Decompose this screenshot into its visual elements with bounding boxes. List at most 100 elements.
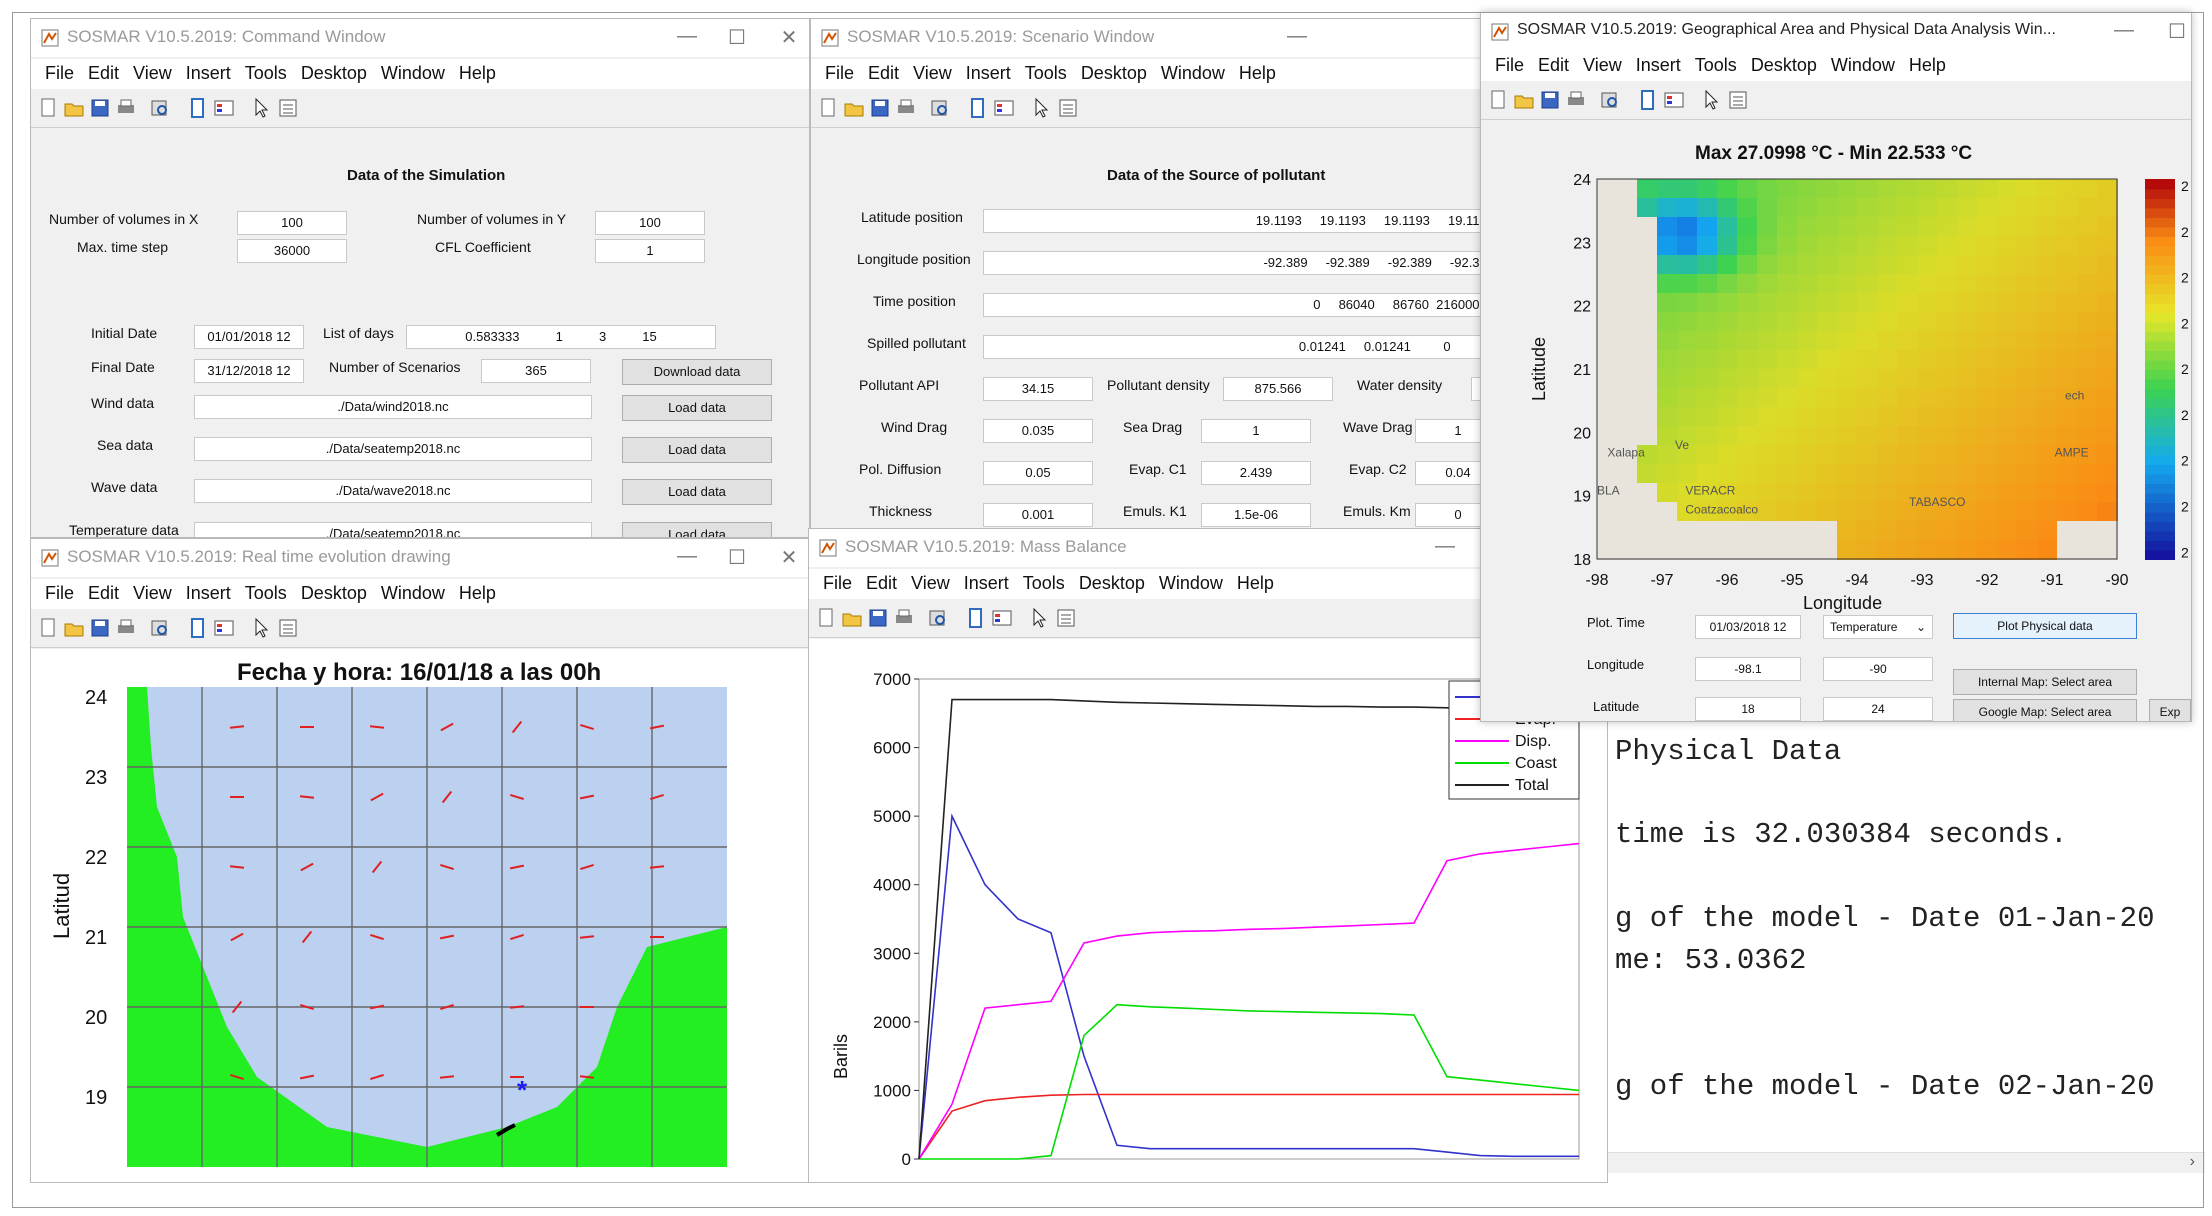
load-wind-button[interactable]: Load data	[622, 395, 772, 421]
export-button[interactable]: Exp	[2149, 699, 2191, 721]
minimize-icon[interactable]: —	[2112, 19, 2136, 42]
menu-insert[interactable]: Insert	[186, 583, 231, 604]
menu-file[interactable]: File	[825, 63, 854, 84]
console-horizontal-scrollbar[interactable]: ›	[1605, 1152, 2205, 1173]
load-sea-button[interactable]: Load data	[622, 437, 772, 463]
open-folder-icon[interactable]	[63, 97, 85, 119]
new-file-icon[interactable]	[37, 617, 59, 639]
pollutant-density-field[interactable]: 875.566	[1223, 377, 1333, 401]
menu-file[interactable]: File	[45, 63, 74, 84]
new-file-icon[interactable]	[817, 97, 839, 119]
menu-view[interactable]: View	[133, 63, 172, 84]
maximize-icon[interactable]: ☐	[725, 545, 749, 570]
open-folder-icon[interactable]	[1513, 89, 1535, 111]
menu-edit[interactable]: Edit	[866, 573, 897, 594]
final-date-field[interactable]: 31/12/2018 12	[194, 359, 304, 383]
menu-view[interactable]: View	[133, 583, 172, 604]
save-icon[interactable]	[869, 97, 891, 119]
insert-legend-icon[interactable]	[213, 97, 235, 119]
menu-window[interactable]: Window	[1161, 63, 1225, 84]
insert-legend-icon[interactable]	[213, 617, 235, 639]
menu-window[interactable]: Window	[381, 583, 445, 604]
wave-data-field[interactable]: ./Data/wave2018.nc	[194, 479, 592, 503]
pointer-icon[interactable]	[251, 97, 273, 119]
property-editor-icon[interactable]	[1055, 607, 1077, 629]
close-icon[interactable]: ✕	[777, 545, 801, 570]
insert-legend-icon[interactable]	[1663, 89, 1685, 111]
evap-c1-field[interactable]: 2.439	[1201, 461, 1311, 485]
wind-drag-field[interactable]: 0.035	[983, 419, 1093, 443]
wave-drag-field[interactable]: 1	[1415, 419, 1489, 443]
menu-edit[interactable]: Edit	[88, 583, 119, 604]
menu-file[interactable]: File	[1495, 55, 1524, 76]
menu-tools[interactable]: Tools	[245, 63, 287, 84]
cfl-field[interactable]: 1	[595, 239, 705, 263]
menu-insert[interactable]: Insert	[966, 63, 1011, 84]
save-icon[interactable]	[1539, 89, 1561, 111]
dock-icon[interactable]	[967, 97, 989, 119]
wind-data-field[interactable]: ./Data/wind2018.nc	[194, 395, 592, 419]
menu-help[interactable]: Help	[459, 583, 496, 604]
latitude-max-field[interactable]: 24	[1823, 697, 1933, 721]
minimize-icon[interactable]: —	[1433, 535, 1457, 558]
longitude-max-field[interactable]: -90	[1823, 657, 1933, 681]
menu-edit[interactable]: Edit	[88, 63, 119, 84]
pointer-icon[interactable]	[1029, 607, 1051, 629]
property-editor-icon[interactable]	[1057, 97, 1079, 119]
minimize-icon[interactable]: —	[1285, 25, 1309, 48]
initial-date-field[interactable]: 01/01/2018 12	[194, 325, 304, 349]
load-wave-button[interactable]: Load data	[622, 479, 772, 505]
menu-desktop[interactable]: Desktop	[301, 63, 367, 84]
diffusion-field[interactable]: 0.05	[983, 461, 1093, 485]
list-days-field[interactable]: 0.583333 1 3 15	[406, 325, 716, 349]
property-editor-icon[interactable]	[277, 97, 299, 119]
download-data-button[interactable]: Download data	[622, 359, 772, 385]
pollutant-api-field[interactable]: 34.15	[983, 377, 1093, 401]
property-editor-icon[interactable]	[1727, 89, 1749, 111]
menu-insert[interactable]: Insert	[186, 63, 231, 84]
menu-desktop[interactable]: Desktop	[1081, 63, 1147, 84]
insert-legend-icon[interactable]	[993, 97, 1015, 119]
menu-window[interactable]: Window	[1831, 55, 1895, 76]
time-position-field[interactable]: 0 86040 86760 21600000	[983, 293, 1489, 317]
internal-map-select-button[interactable]: Internal Map: Select area	[1953, 669, 2137, 695]
plot-time-field[interactable]: 01/03/2018 12	[1695, 615, 1801, 639]
geographical-window-titlebar[interactable]: SOSMAR V10.5.2019: Geographical Area and…	[1481, 13, 2191, 51]
menu-tools[interactable]: Tools	[1695, 55, 1737, 76]
longitude-min-field[interactable]: -98.1	[1695, 657, 1801, 681]
ny-field[interactable]: 100	[595, 211, 705, 235]
close-icon[interactable]: ✕	[777, 25, 801, 50]
menu-desktop[interactable]: Desktop	[301, 583, 367, 604]
emuls-k1-field[interactable]: 1.5e-06	[1201, 503, 1311, 527]
sea-data-field[interactable]: ./Data/seatemp2018.nc	[194, 437, 592, 461]
save-icon[interactable]	[89, 97, 111, 119]
pointer-icon[interactable]	[251, 617, 273, 639]
menu-edit[interactable]: Edit	[868, 63, 899, 84]
menu-help[interactable]: Help	[1239, 63, 1276, 84]
open-folder-icon[interactable]	[843, 97, 865, 119]
menu-help[interactable]: Help	[459, 63, 496, 84]
evap-c2-field[interactable]: 0.04	[1415, 461, 1489, 485]
new-file-icon[interactable]	[37, 97, 59, 119]
thickness-field[interactable]: 0.001	[983, 503, 1093, 527]
maximize-icon[interactable]: ☐	[725, 25, 749, 50]
save-icon[interactable]	[89, 617, 111, 639]
menu-view[interactable]: View	[913, 63, 952, 84]
temperature-map-plot[interactable]: Xalapa Ve VERACR Coatzacoalco TABASCO AMPE BLA…	[1551, 171, 2191, 601]
realtime-window[interactable]: SOSMAR V10.5.2019: Real time evolution d…	[30, 538, 810, 1183]
dock-icon[interactable]	[187, 617, 209, 639]
realtime-map-plot[interactable]: *	[127, 687, 727, 1167]
menu-file[interactable]: File	[823, 573, 852, 594]
command-console[interactable]: Physical Data time is 32.030384 seconds.…	[1605, 720, 2205, 1180]
realtime-window-titlebar[interactable]: SOSMAR V10.5.2019: Real time evolution d…	[31, 539, 809, 577]
open-folder-icon[interactable]	[63, 617, 85, 639]
variable-select[interactable]: Temperature ⌄	[1823, 615, 1933, 639]
print-preview-icon[interactable]	[929, 97, 951, 119]
menu-window[interactable]: Window	[381, 63, 445, 84]
command-window-titlebar[interactable]: SOSMAR V10.5.2019: Command Window — ☐ ✕	[31, 19, 809, 57]
sea-drag-field[interactable]: 1	[1201, 419, 1311, 443]
menu-help[interactable]: Help	[1237, 573, 1274, 594]
emuls-km-field[interactable]: 0	[1415, 503, 1489, 527]
menu-tools[interactable]: Tools	[1025, 63, 1067, 84]
nx-field[interactable]: 100	[237, 211, 347, 235]
